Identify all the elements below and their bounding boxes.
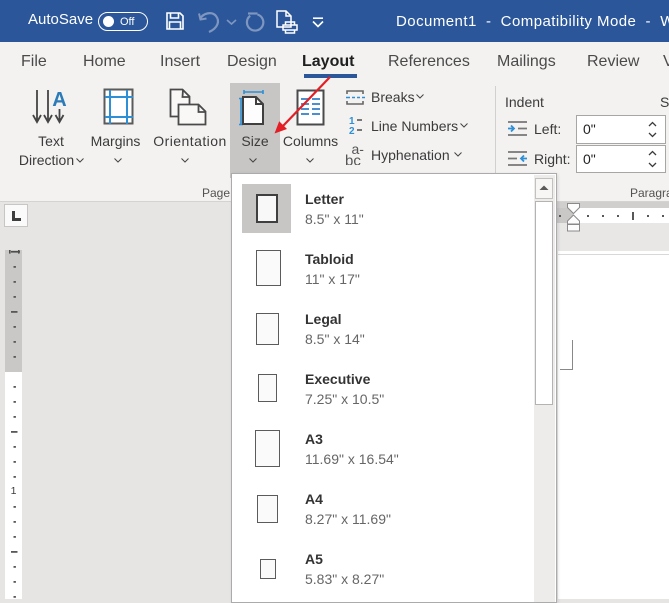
svg-text:bc: bc bbox=[345, 153, 361, 166]
svg-text:A: A bbox=[52, 89, 66, 111]
svg-text:2: 2 bbox=[349, 126, 355, 135]
svg-text:1: 1 bbox=[11, 485, 17, 497]
